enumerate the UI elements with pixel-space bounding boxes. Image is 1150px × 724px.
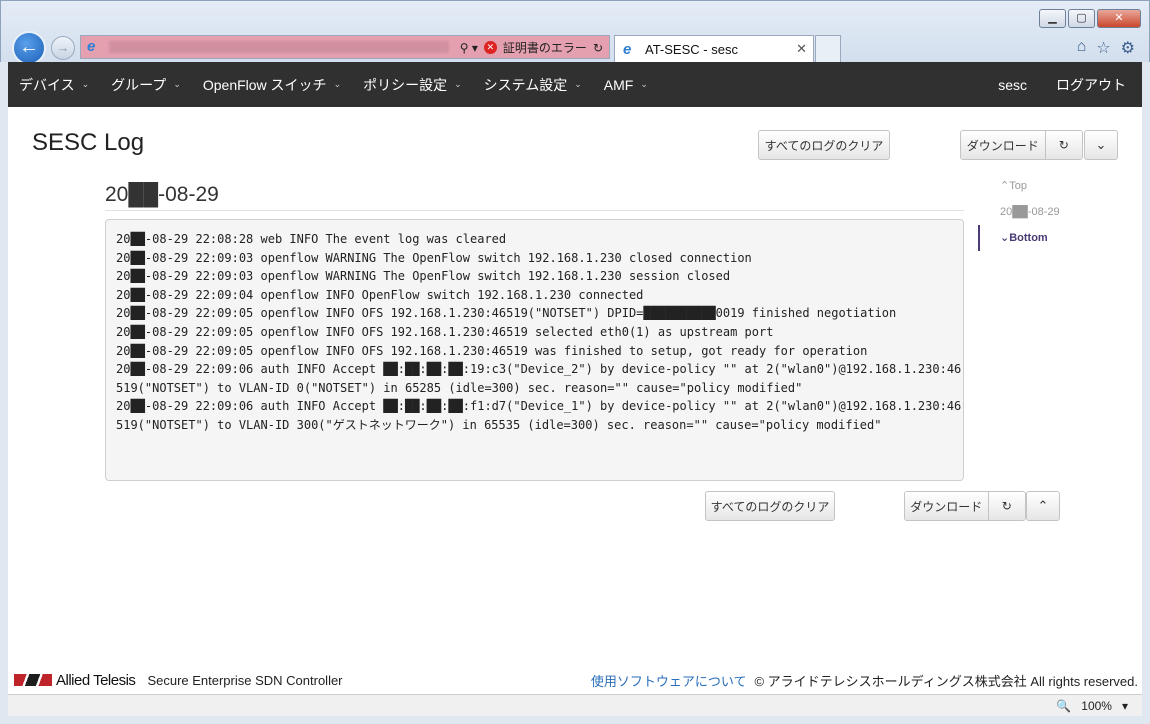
- nav-user[interactable]: sesc: [969, 77, 1056, 93]
- new-tab-button[interactable]: [815, 35, 841, 63]
- browser-chrome: ▁ ▢ ✕ ← → e ⚲ ▾ ✕ 証明書のエラー ↻ e AT-SESC - …: [0, 0, 1150, 65]
- settings-gear-icon[interactable]: ⚙: [1121, 38, 1135, 58]
- zoom-dropdown-icon[interactable]: ▾: [1122, 699, 1128, 713]
- browser-statusbar: 🔍 100% ▾: [8, 694, 1142, 716]
- nav-logout[interactable]: ログアウト: [1056, 75, 1142, 95]
- log-line: 20██-08-29 22:09:03 openflow WARNING The…: [116, 250, 752, 265]
- log-line: 20██-08-29 22:09:04 openflow INFO OpenFl…: [116, 287, 644, 302]
- download-button-bottom[interactable]: ダウンロード: [905, 492, 989, 520]
- side-link-bottom[interactable]: ⌄Bottom: [978, 225, 1098, 251]
- home-icon[interactable]: ⌂: [1077, 38, 1087, 58]
- main-navbar: デバイス ⌄ グループ ⌄ OpenFlow スイッチ ⌄ ポリシー設定 ⌄ システム設…: [8, 62, 1142, 107]
- refresh-icon[interactable]: ↻: [988, 492, 1025, 520]
- log-line: 519("NOTSET") to VLAN-ID 300("ゲストネットワーク"…: [116, 417, 882, 432]
- scroll-down-chevron-icon[interactable]: ⌄: [1084, 130, 1118, 160]
- log-date-heading: 20██-08-29: [105, 183, 219, 206]
- chevron-down-icon: ⌄: [173, 79, 181, 89]
- allied-telesis-logo: Allied Telesis: [14, 671, 136, 689]
- nav-groups[interactable]: グループ ⌄: [100, 75, 192, 95]
- nav-groups-label: グループ: [111, 76, 167, 93]
- side-nav: ⌃Top 20██-08-29 ⌄Bottom: [978, 173, 1098, 251]
- refresh-icon[interactable]: ↻: [1045, 131, 1082, 159]
- minimize-button[interactable]: ▁: [1039, 9, 1066, 28]
- window-controls: ▁ ▢ ✕: [1039, 9, 1141, 28]
- close-window-button[interactable]: ✕: [1097, 9, 1141, 28]
- log-line: 519("NOTSET") to VLAN-ID 0("NOTSET") in …: [116, 380, 803, 395]
- favorites-star-icon[interactable]: ☆: [1096, 38, 1110, 58]
- divider: [105, 210, 964, 211]
- chevron-down-icon: ⌄: [1000, 232, 1010, 244]
- chevron-up-icon: ⌃: [1000, 180, 1010, 192]
- side-link-top-label: Top: [1009, 180, 1027, 192]
- log-line: 20██-08-29 22:09:05 openflow INFO OFS 19…: [116, 343, 868, 358]
- url-text: [109, 41, 449, 53]
- maximize-button[interactable]: ▢: [1068, 9, 1095, 28]
- log-line: 20██-08-29 22:09:06 auth INFO Accept ██:…: [116, 362, 962, 377]
- tab-active[interactable]: e AT-SESC - sesc ✕: [614, 35, 814, 63]
- software-info-link[interactable]: 使用ソフトウェアについて: [591, 671, 747, 690]
- log-line: 20██-08-29 22:09:05 openflow INFO OFS 19…: [116, 324, 774, 339]
- download-button[interactable]: ダウンロード: [961, 131, 1046, 159]
- forward-arrow-icon[interactable]: →: [51, 36, 75, 60]
- main-content: SESC Log すべてのログのクリア ダウンロード ↻ ⌄ 20██-08-2…: [8, 107, 1142, 666]
- nav-policy[interactable]: ポリシー設定 ⌄: [352, 75, 473, 95]
- refresh-icon[interactable]: ↻: [593, 41, 603, 55]
- tab-ie-icon: e: [623, 40, 632, 58]
- brand-mark-icon: [14, 674, 52, 686]
- address-bar[interactable]: e ⚲ ▾ ✕ 証明書のエラー ↻: [80, 35, 610, 59]
- copyright-text: © アライドテレシスホールディングス株式会社 All rights reserv…: [754, 673, 1138, 689]
- chevron-down-icon: ⌄: [574, 79, 582, 89]
- zoom-icon: 🔍: [1056, 698, 1072, 713]
- log-line: 20██-08-29 22:09:05 openflow INFO OFS 19…: [116, 306, 897, 321]
- page-title: SESC Log: [32, 129, 145, 156]
- clear-all-logs-button[interactable]: すべてのログのクリア: [758, 130, 890, 160]
- chevron-down-icon: ⌄: [81, 79, 90, 89]
- nav-openflow-switch[interactable]: OpenFlow スイッチ ⌄: [192, 75, 352, 95]
- back-arrow-icon[interactable]: ←: [12, 31, 46, 65]
- nav-system[interactable]: システム設定 ⌄: [473, 75, 593, 95]
- clear-all-logs-button-bottom[interactable]: すべてのログのクリア: [705, 491, 835, 521]
- nav-devices-label: デバイス: [19, 76, 75, 93]
- chevron-down-icon: ⌄: [333, 79, 342, 89]
- log-line: 20██-08-29 22:09:03 openflow WARNING The…: [116, 269, 731, 284]
- log-line: 20██-08-29 22:09:06 auth INFO Accept ██:…: [116, 399, 962, 414]
- nav-amf[interactable]: AMF ⌄: [593, 77, 659, 93]
- download-button-group: ダウンロード ↻: [960, 130, 1083, 160]
- nav-system-label: システム設定: [483, 76, 568, 93]
- tab-close-icon[interactable]: ✕: [796, 41, 807, 57]
- zoom-level[interactable]: 100%: [1081, 699, 1112, 713]
- log-output: 20██-08-29 22:08:28 web INFO The event l…: [105, 219, 964, 481]
- cert-error-label[interactable]: 証明書のエラー: [503, 39, 587, 56]
- chevron-down-icon: ⌄: [640, 79, 648, 89]
- tab-title: AT-SESC - sesc: [645, 42, 738, 57]
- side-link-top[interactable]: ⌃Top: [978, 173, 1098, 199]
- download-button-group-bottom: ダウンロード ↻: [904, 491, 1026, 521]
- side-link-bottom-label: Bottom: [1009, 232, 1048, 244]
- nav-amf-label: AMF: [603, 76, 634, 93]
- log-line: 20██-08-29 22:08:28 web INFO The event l…: [116, 232, 507, 246]
- nav-policy-label: ポリシー設定: [363, 76, 448, 93]
- chevron-down-icon: ⌄: [454, 79, 462, 89]
- page-footer: Allied Telesis Secure Enterprise SDN Con…: [8, 666, 1142, 694]
- brand-name: Allied Telesis: [56, 671, 136, 689]
- ie-logo-icon: e: [87, 38, 96, 55]
- cert-error-icon: ✕: [483, 41, 497, 54]
- product-name: Secure Enterprise SDN Controller: [147, 672, 343, 688]
- search-icon[interactable]: ⚲ ▾: [460, 41, 478, 55]
- side-link-date[interactable]: 20██-08-29: [978, 199, 1098, 225]
- nav-openflow-label: OpenFlow スイッチ: [202, 76, 327, 93]
- scroll-up-chevron-icon[interactable]: ⌃: [1026, 491, 1060, 521]
- nav-devices[interactable]: デバイス ⌄: [8, 75, 100, 95]
